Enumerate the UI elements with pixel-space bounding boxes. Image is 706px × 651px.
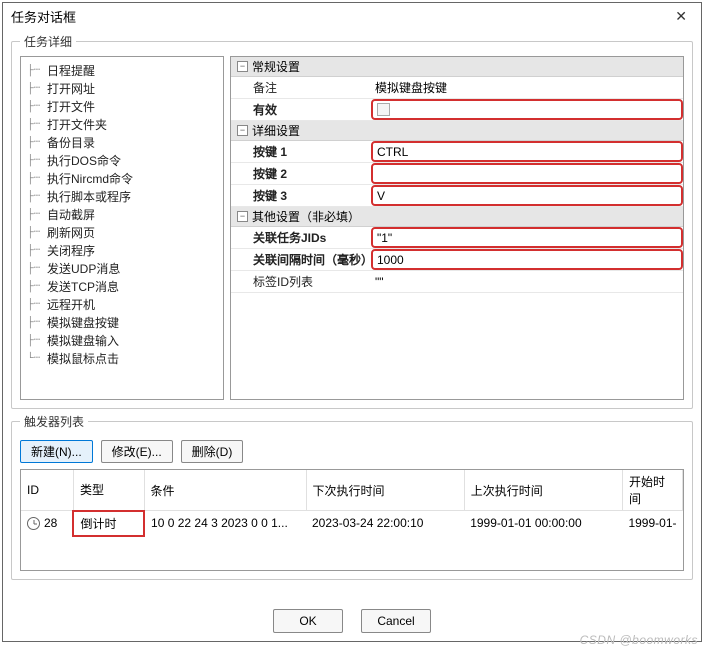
triggers-group: 触发器列表 新建(N)... 修改(E)... 删除(D) ID 类型 条件 下…	[11, 413, 693, 580]
tree-item: ├┄远程开机	[23, 295, 221, 313]
ok-button[interactable]: OK	[273, 609, 343, 633]
watermark: CSDN @boomworks	[580, 633, 698, 647]
close-icon[interactable]: ✕	[669, 6, 693, 27]
prop-interval-label: 关联间隔时间（毫秒）	[231, 251, 371, 268]
prop-tagids-value[interactable]: ""	[371, 271, 683, 292]
titlebar: 任务对话框 ✕	[3, 3, 701, 29]
cell-cond: 10 0 22 24 3 2023 0 0 1...	[144, 511, 306, 536]
property-grid: −常规设置 备注模拟键盘按键 有效 −详细设置 按键 1CTRL 按键 2 按键…	[230, 56, 684, 400]
tree-item: ├┄自动截屏	[23, 205, 221, 223]
col-type[interactable]: 类型	[73, 470, 144, 511]
prop-jids-label: 关联任务JIDs	[231, 229, 371, 246]
section-detail: −详细设置	[231, 121, 683, 141]
delete-trigger-button[interactable]: 删除(D)	[181, 440, 244, 463]
prop-remark-label: 备注	[231, 79, 371, 96]
tree-item: ├┄模拟键盘输入	[23, 331, 221, 349]
prop-enabled-value[interactable]	[371, 99, 683, 120]
tree-item: ├┄打开网址	[23, 79, 221, 97]
tree-item: ├┄备份目录	[23, 133, 221, 151]
tree-item: ├┄发送TCP消息	[23, 277, 221, 295]
cell-last: 1999-01-01 00:00:00	[464, 511, 622, 536]
prop-jids-value[interactable]: "1"	[371, 227, 683, 248]
tree-item: ├┄执行DOS命令	[23, 151, 221, 169]
checkbox-unchecked-icon[interactable]	[377, 103, 390, 116]
collapse-icon[interactable]: −	[237, 125, 248, 136]
tree-item: ├┄发送UDP消息	[23, 259, 221, 277]
tree-item: ├┄执行脚本或程序	[23, 187, 221, 205]
col-last[interactable]: 上次执行时间	[464, 470, 622, 511]
prop-key1-label: 按键 1	[231, 143, 371, 160]
prop-key3-value[interactable]: V	[371, 185, 683, 206]
tree-item: ├┄模拟键盘按键	[23, 313, 221, 331]
section-other: −其他设置（非必填）	[231, 207, 683, 227]
tree-item: ├┄打开文件	[23, 97, 221, 115]
prop-remark-value[interactable]: 模拟键盘按键	[371, 77, 683, 98]
task-dialog: 任务对话框 ✕ 任务详细 ├┄日程提醒 ├┄打开网址 ├┄打开文件 ├┄打开文件…	[2, 2, 702, 642]
prop-key2-value[interactable]	[371, 163, 683, 184]
col-cond[interactable]: 条件	[144, 470, 306, 511]
col-next[interactable]: 下次执行时间	[306, 470, 464, 511]
cancel-button[interactable]: Cancel	[361, 609, 431, 633]
cell-type: 倒计时	[73, 511, 144, 536]
triggers-legend: 触发器列表	[20, 413, 88, 430]
clock-icon	[27, 517, 40, 530]
cell-start: 1999-01-	[622, 511, 682, 536]
tree-item: ├┄打开文件夹	[23, 115, 221, 133]
tree-item: └┄模拟鼠标点击	[23, 349, 221, 367]
section-general: −常规设置	[231, 57, 683, 77]
new-trigger-button[interactable]: 新建(N)...	[20, 440, 93, 463]
tree-item: ├┄关闭程序	[23, 241, 221, 259]
prop-enabled-label: 有效	[231, 101, 371, 118]
prop-tagids-label: 标签ID列表	[231, 273, 371, 290]
col-id[interactable]: ID	[21, 470, 73, 511]
prop-key3-label: 按键 3	[231, 187, 371, 204]
col-start[interactable]: 开始时间	[622, 470, 682, 511]
dialog-title: 任务对话框	[11, 7, 669, 26]
tree-item: ├┄刷新网页	[23, 223, 221, 241]
task-type-tree[interactable]: ├┄日程提醒 ├┄打开网址 ├┄打开文件 ├┄打开文件夹 ├┄备份目录 ├┄执行…	[20, 56, 224, 400]
collapse-icon[interactable]: −	[237, 61, 248, 72]
cell-next: 2023-03-24 22:00:10	[306, 511, 464, 536]
tree-item: ├┄执行Nircmd命令	[23, 169, 221, 187]
collapse-icon[interactable]: −	[237, 211, 248, 222]
triggers-table[interactable]: ID 类型 条件 下次执行时间 上次执行时间 开始时间 28 倒计时 10 0 …	[20, 469, 684, 571]
edit-trigger-button[interactable]: 修改(E)...	[101, 440, 173, 463]
task-details-legend: 任务详细	[20, 33, 76, 50]
tree-item: ├┄日程提醒	[23, 61, 221, 79]
prop-key1-value[interactable]: CTRL	[371, 141, 683, 162]
table-row[interactable]: 28 倒计时 10 0 22 24 3 2023 0 0 1... 2023-0…	[21, 511, 683, 536]
task-details-group: 任务详细 ├┄日程提醒 ├┄打开网址 ├┄打开文件 ├┄打开文件夹 ├┄备份目录…	[11, 33, 693, 409]
prop-interval-value[interactable]: 1000	[371, 249, 683, 270]
prop-key2-label: 按键 2	[231, 165, 371, 182]
